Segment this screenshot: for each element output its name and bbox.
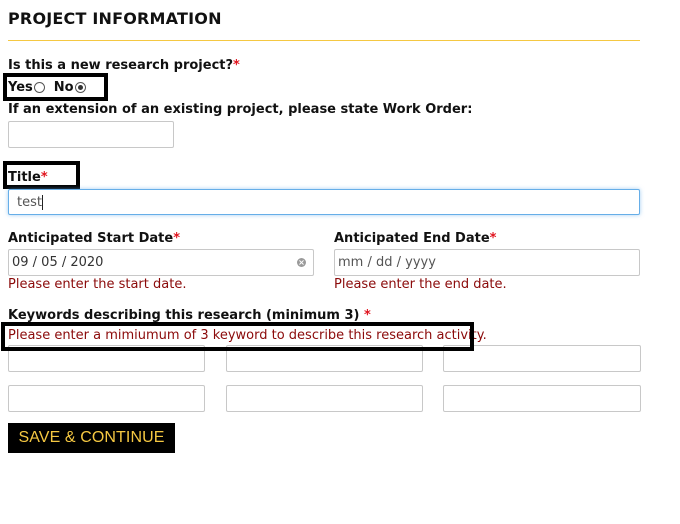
text-caret [41,194,43,210]
section-divider [8,40,640,41]
keyword-input-4[interactable] [8,385,205,412]
save-continue-button[interactable]: SAVE & CONTINUE [8,423,175,453]
end-date-error: Please enter the end date. [334,277,507,292]
radio-yes-label: Yes [8,80,33,95]
new-project-radio-group: Yes No [8,80,86,95]
start-date-label: Anticipated Start Date* [8,231,180,246]
keywords-label: Keywords describing this research (minim… [8,308,371,323]
work-order-label: If an extension of an existing project, … [8,102,473,117]
new-project-question: Is this a new research project? [8,58,234,73]
radio-no-label: No [53,80,74,95]
keyword-input-5[interactable] [226,385,423,412]
required-mark: * [233,58,240,73]
title-value: test [17,194,42,210]
title-label: Title* [8,170,48,185]
end-date-label: Anticipated End Date* [334,231,496,246]
required-mark: * [40,170,48,185]
required-mark: * [364,308,371,323]
clear-icon[interactable]: × [297,258,306,267]
required-mark: * [489,231,497,246]
start-date-label-text: Anticipated Start Date [8,231,174,246]
start-date-error: Please enter the start date. [8,277,187,292]
end-date-placeholder: mm / dd / yyyy [338,255,436,270]
keywords-label-text: Keywords describing this research (minim… [8,308,360,323]
keyword-input-6[interactable] [443,385,641,412]
required-mark: * [173,231,180,246]
work-order-input[interactable] [8,121,174,148]
title-input[interactable]: test [8,189,640,215]
start-date-input[interactable]: 09 / 05 / 2020 × [8,249,314,276]
keyword-input-2[interactable] [226,345,423,372]
end-date-input[interactable]: mm / dd / yyyy [334,249,640,276]
new-project-label: Is this a new research project?* [8,58,240,73]
page-title: PROJECT INFORMATION [8,9,222,28]
keywords-error: Please enter a mimiumum of 3 keyword to … [8,328,487,343]
end-date-label-text: Anticipated End Date [334,231,490,246]
keyword-input-1[interactable] [8,345,205,372]
start-date-value: 09 / 05 / 2020 [12,255,104,270]
radio-no[interactable] [74,82,86,93]
title-label-text: Title [8,170,41,185]
radio-yes[interactable] [33,82,45,93]
keyword-input-3[interactable] [443,345,641,372]
